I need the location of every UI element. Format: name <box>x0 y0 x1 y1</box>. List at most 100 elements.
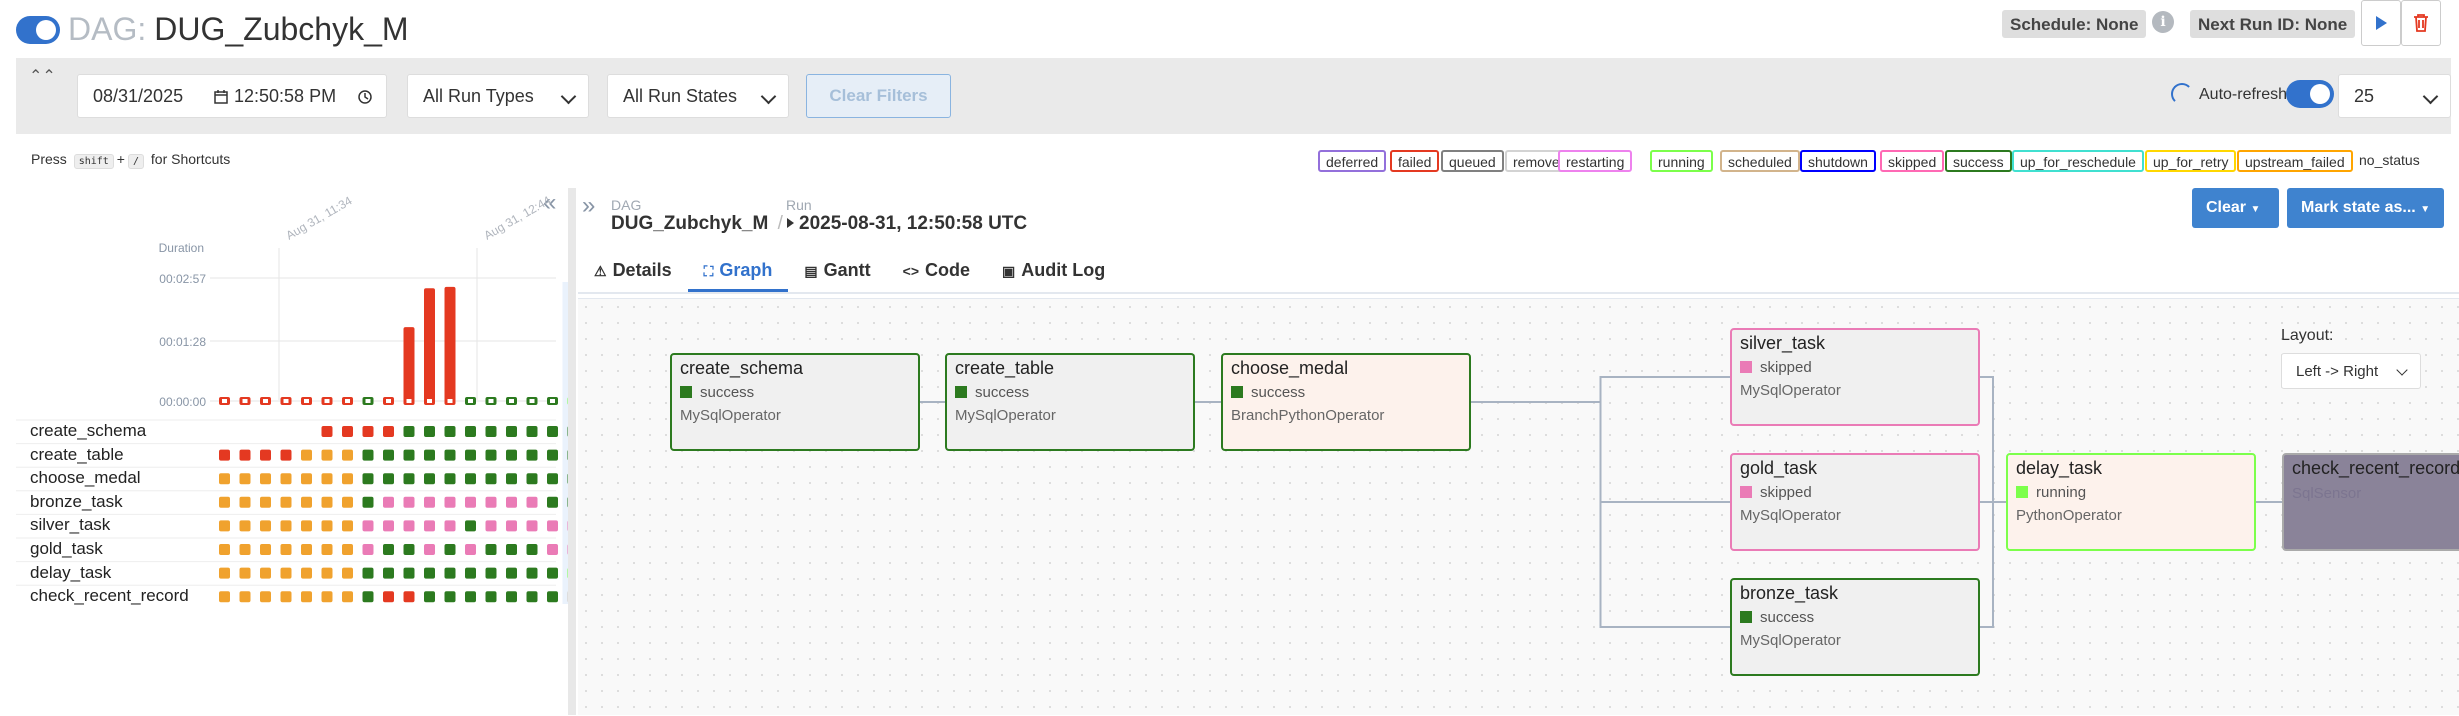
graph-node-create-schema[interactable]: create_schema success MySqlOperator <box>670 353 920 451</box>
task-instance-cell[interactable] <box>465 591 476 603</box>
task-instance-cell[interactable] <box>321 449 333 461</box>
task-instance-cell[interactable] <box>383 496 394 508</box>
task-instance-cell[interactable] <box>403 544 415 555</box>
task-instance-cell[interactable] <box>506 544 517 555</box>
task-instance-cell[interactable] <box>239 567 251 579</box>
task-instance-cell[interactable] <box>321 591 333 603</box>
breadcrumb-run[interactable]: 2025-08-31, 12:50:58 UTC <box>786 213 1027 235</box>
task-instance-cell[interactable] <box>506 567 517 579</box>
graph-node-choose-medal[interactable]: choose_medal success BranchPythonOperator <box>1221 353 1471 451</box>
breadcrumb-dag[interactable]: DUG_Zubchyk_M / <box>611 213 783 235</box>
task-instance-cell[interactable] <box>465 473 476 485</box>
task-instance-cell[interactable] <box>547 449 558 461</box>
task-instance-cell[interactable] <box>403 520 415 532</box>
legend-no-status[interactable]: no_status <box>2353 150 2426 172</box>
task-instance-cell[interactable] <box>383 567 394 579</box>
task-instance-cell[interactable] <box>342 520 353 532</box>
task-instance-cell[interactable] <box>301 449 312 461</box>
delete-dag-button[interactable] <box>2401 0 2441 46</box>
task-instance-cell[interactable] <box>342 544 353 555</box>
task-instance-cell[interactable] <box>485 591 497 603</box>
legend-upstream-failed[interactable]: upstream_failed <box>2237 150 2353 172</box>
task-instance-cell[interactable] <box>424 544 435 555</box>
task-instance-cell[interactable] <box>424 567 435 579</box>
task-instance-cell[interactable] <box>444 544 456 555</box>
task-instance-cell[interactable] <box>403 449 415 461</box>
layout-select[interactable]: Left -> Right <box>2281 353 2421 389</box>
task-row-create-schema[interactable]: create_schema <box>30 421 146 441</box>
tab-gantt[interactable]: ▤ Gantt <box>788 250 886 292</box>
task-instance-cell[interactable] <box>465 426 476 437</box>
legend-deferred[interactable]: deferred <box>1318 150 1387 172</box>
task-instance-cell[interactable] <box>547 496 558 508</box>
task-instance-cell[interactable] <box>465 567 476 579</box>
graph-node-create-table[interactable]: create_table success MySqlOperator <box>945 353 1195 451</box>
task-instance-cell[interactable] <box>342 449 353 461</box>
clear-button[interactable]: Clear ▼ <box>2192 188 2279 228</box>
task-instance-cell[interactable] <box>403 567 415 579</box>
task-instance-cell[interactable] <box>526 567 538 579</box>
task-instance-cell[interactable] <box>383 473 394 485</box>
task-instance-cell[interactable] <box>239 449 251 461</box>
task-instance-cell[interactable] <box>506 449 517 461</box>
task-instance-cell[interactable] <box>526 449 538 461</box>
task-instance-cell[interactable] <box>301 496 312 508</box>
task-instance-cell[interactable] <box>465 520 476 532</box>
task-instance-cell[interactable] <box>383 544 394 555</box>
run-types-select[interactable]: All Run Types <box>407 74 589 118</box>
task-instance-cell[interactable] <box>424 496 435 508</box>
legend-skipped[interactable]: skipped <box>1880 150 1945 172</box>
task-row-silver-task[interactable]: silver_task <box>30 515 110 535</box>
task-instance-cell[interactable] <box>219 496 230 508</box>
task-instance-cell[interactable] <box>403 591 415 603</box>
task-instance-cell[interactable] <box>444 473 456 485</box>
task-instance-cell[interactable] <box>444 426 456 437</box>
task-instance-cell[interactable] <box>321 520 333 532</box>
calendar-icon[interactable] <box>214 90 228 104</box>
graph-node-check-recent-record[interactable]: check_recent_record SqlSensor <box>2282 453 2459 551</box>
task-instance-cell[interactable] <box>321 426 333 437</box>
task-instance-cell[interactable] <box>219 567 230 579</box>
task-instance-cell[interactable] <box>219 591 230 603</box>
task-instance-cell[interactable] <box>239 544 251 555</box>
task-instance-cell[interactable] <box>260 449 271 461</box>
task-instance-cell[interactable] <box>280 449 292 461</box>
task-instance-cell[interactable] <box>362 473 374 485</box>
task-row-bronze-task[interactable]: bronze_task <box>30 492 123 512</box>
graph-node-delay-task[interactable]: delay_task running PythonOperator <box>2006 453 2256 551</box>
task-instance-cell[interactable] <box>301 567 312 579</box>
legend-shutdown[interactable]: shutdown <box>1800 150 1876 172</box>
legend-scheduled[interactable]: scheduled <box>1720 150 1800 172</box>
trigger-dag-button[interactable] <box>2361 0 2401 46</box>
collapse-filters-icon[interactable]: ⌃⌃ <box>29 66 56 86</box>
task-instance-cell[interactable] <box>485 520 497 532</box>
task-row-gold-task[interactable]: gold_task <box>30 539 103 559</box>
task-instance-cell[interactable] <box>260 496 271 508</box>
task-instance-cell[interactable] <box>506 496 517 508</box>
graph-node-bronze-task[interactable]: bronze_task success MySqlOperator <box>1730 578 1980 676</box>
auto-refresh-toggle[interactable] <box>2286 80 2334 108</box>
task-instance-cell[interactable] <box>260 473 271 485</box>
legend-queued[interactable]: queued <box>1441 150 1504 172</box>
task-instance-cell[interactable] <box>321 473 333 485</box>
task-instance-cell[interactable] <box>424 473 435 485</box>
task-instance-cell[interactable] <box>362 520 374 532</box>
task-instance-cell[interactable] <box>424 426 435 437</box>
clock-icon[interactable] <box>358 90 372 104</box>
task-instance-cell[interactable] <box>280 496 292 508</box>
task-instance-cell[interactable] <box>465 496 476 508</box>
graph-canvas[interactable]: create_schema success MySqlOperator create_… <box>578 298 2459 715</box>
task-instance-cell[interactable] <box>403 496 415 508</box>
task-instance-cell[interactable] <box>342 426 353 437</box>
tab-details[interactable]: ⚠ Details <box>578 250 688 292</box>
task-instance-cell[interactable] <box>260 520 271 532</box>
task-instance-cell[interactable] <box>280 520 292 532</box>
info-icon[interactable]: i <box>2152 11 2174 33</box>
task-instance-cell[interactable] <box>485 449 497 461</box>
task-instance-cell[interactable] <box>485 496 497 508</box>
task-instance-cell[interactable] <box>424 449 435 461</box>
task-instance-cell[interactable] <box>485 473 497 485</box>
task-instance-cell[interactable] <box>280 473 292 485</box>
task-instance-cell[interactable] <box>219 473 230 485</box>
graph-node-silver-task[interactable]: silver_task skipped MySqlOperator <box>1730 328 1980 426</box>
